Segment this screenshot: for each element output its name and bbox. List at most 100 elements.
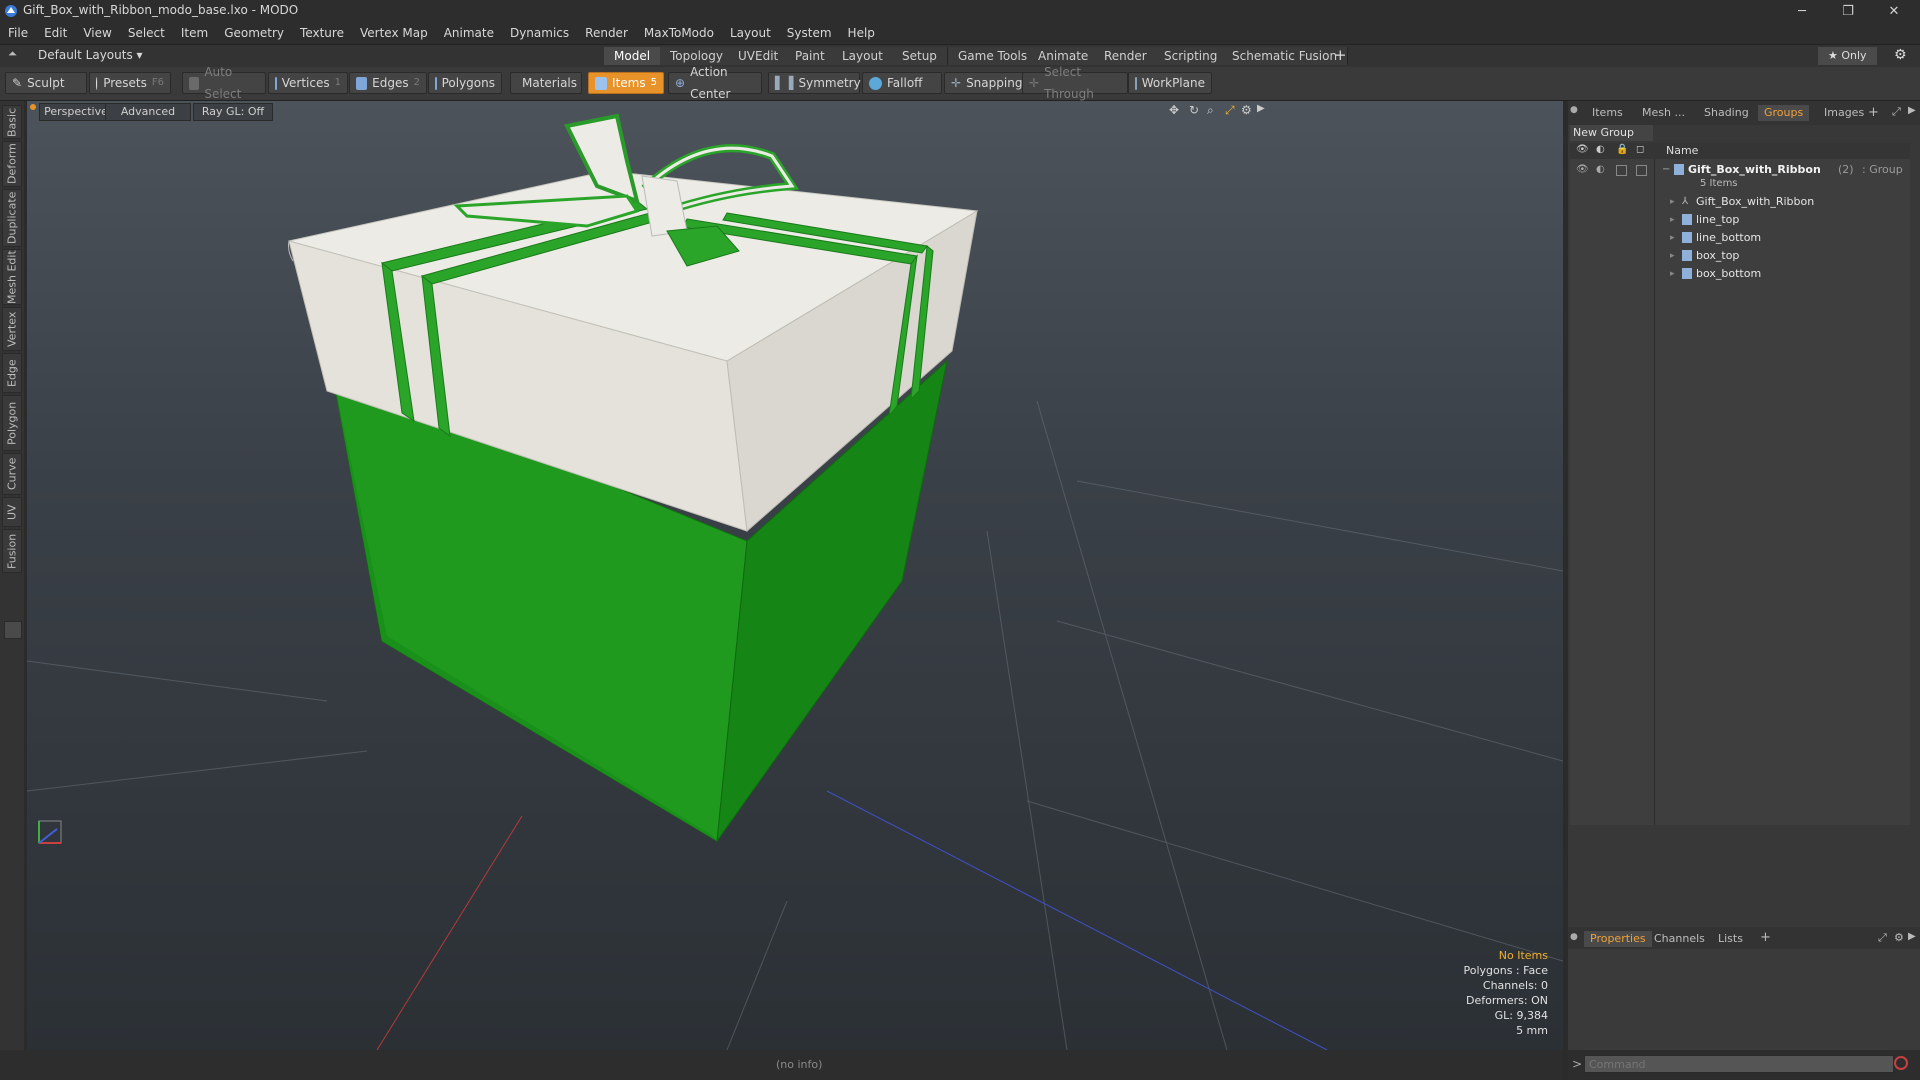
sculpt-button[interactable]: ✎ Sculpt [5, 72, 87, 94]
menu-render[interactable]: Render [577, 22, 636, 44]
add-layout-icon[interactable]: + [1334, 46, 1347, 64]
menu-texture[interactable]: Texture [292, 22, 352, 44]
presets-button[interactable]: Presets F6 [89, 72, 171, 94]
add-properties-tab-icon[interactable]: + [1760, 930, 1771, 945]
menu-file[interactable]: File [0, 22, 36, 44]
menu-item[interactable]: Item [173, 22, 216, 44]
menu-view[interactable]: View [75, 22, 119, 44]
panel-arrow-icon[interactable]: ▶ [1908, 105, 1916, 116]
new-group-button[interactable]: New Group [1570, 125, 1653, 141]
render-column-icon[interactable]: ◐ [1596, 144, 1605, 155]
zoom-icon[interactable]: ⌕ [1207, 103, 1214, 118]
menu-help[interactable]: Help [840, 22, 883, 44]
tab-schematic-fusion[interactable]: Schematic Fusion [1222, 47, 1349, 65]
expand-properties-icon[interactable]: ⤢ [1878, 931, 1887, 945]
scene-render[interactable] [27, 101, 1563, 1050]
vtab-edge[interactable]: Edge [2, 353, 22, 393]
tab-lists[interactable]: Lists [1712, 931, 1749, 947]
tab-items[interactable]: Items [1586, 105, 1629, 121]
viewport-menu-icon[interactable] [30, 104, 36, 110]
add-tab-icon[interactable]: + [1868, 105, 1879, 120]
select-through-button[interactable]: ✛ Select Through [1022, 65, 1128, 101]
expand-arrow-icon[interactable]: ▸ [1670, 193, 1675, 211]
properties-gear-icon[interactable]: ⚙ [1894, 931, 1904, 944]
list-item[interactable]: ▸ line_top [1570, 211, 1910, 229]
snapping-button[interactable]: ✛ Snapping [944, 72, 1026, 94]
menu-layout[interactable]: Layout [722, 22, 779, 44]
tab-groups[interactable]: Groups [1758, 105, 1810, 121]
menu-animate[interactable]: Animate [436, 22, 502, 44]
tab-channels[interactable]: Channels [1648, 931, 1711, 947]
maximize-button[interactable]: ❐ [1826, 0, 1870, 22]
gear-icon[interactable]: ⚙ [1894, 47, 1907, 63]
list-item[interactable]: ▸ box_bottom [1570, 265, 1910, 283]
command-input[interactable] [1584, 1055, 1894, 1073]
panel-menu-icon[interactable]: ● [1570, 105, 1578, 115]
vtab-duplicate[interactable]: Duplicate [2, 189, 22, 247]
symmetry-button[interactable]: ▌▐ Symmetry [768, 72, 861, 94]
list-item[interactable]: ▸ ⅄ Gift_Box_with_Ribbon [1570, 193, 1910, 211]
layout-selector[interactable]: Default Layouts ▾ [38, 48, 143, 62]
menu-maxtomodo[interactable]: MaxToModo [636, 22, 722, 44]
tab-model[interactable]: Model [604, 47, 662, 65]
list-item[interactable]: ▸ box_top [1570, 247, 1910, 265]
toggle-palette-button[interactable] [4, 621, 22, 639]
expand-arrow-icon[interactable]: ▸ [1670, 229, 1675, 247]
eye-column-icon[interactable]: 👁 [1576, 144, 1589, 155]
menu-vertex-map[interactable]: Vertex Map [352, 22, 436, 44]
vtab-vertex[interactable]: Vertex [2, 307, 22, 351]
tab-scripting[interactable]: Scripting [1154, 47, 1229, 65]
name-column-header[interactable]: Name [1666, 144, 1698, 157]
fit-icon[interactable]: ⤢ [1225, 103, 1235, 118]
tab-setup[interactable]: Setup [892, 47, 948, 65]
tab-layout[interactable]: Layout [832, 47, 894, 65]
minimize-button[interactable]: ─ [1780, 0, 1824, 22]
menu-geometry[interactable]: Geometry [216, 22, 292, 44]
expand-panel-icon[interactable]: ⤢ [1892, 105, 1901, 119]
tab-properties[interactable]: Properties [1584, 931, 1652, 947]
vertices-button[interactable]: Vertices 1 [268, 72, 348, 94]
only-button[interactable]: ★ Only [1818, 47, 1877, 65]
items-button[interactable]: Items 5 [588, 72, 664, 94]
vtab-deform[interactable]: Deform [2, 141, 22, 187]
menu-system[interactable]: System [779, 22, 840, 44]
lock-column-icon[interactable]: 🔒 [1616, 144, 1628, 155]
vtab-curve[interactable]: Curve [2, 453, 22, 495]
vtab-uv[interactable]: UV [2, 497, 22, 527]
tab-mesh[interactable]: Mesh ... [1636, 105, 1691, 121]
materials-button[interactable]: Materials [510, 72, 582, 94]
tab-paint[interactable]: Paint [785, 47, 836, 65]
properties-arrow-icon[interactable]: ▶ [1908, 931, 1916, 942]
select-column-icon[interactable]: ◻ [1636, 144, 1644, 155]
rotate-icon[interactable]: ↻ [1189, 103, 1199, 117]
menu-select[interactable]: Select [120, 22, 173, 44]
tab-game-tools[interactable]: Game Tools [948, 47, 1039, 65]
vtab-basic[interactable]: Basic [2, 105, 22, 139]
collapse-icon[interactable]: ⏶ [8, 47, 17, 61]
vtab-mesh-edit[interactable]: Mesh Edit [2, 249, 22, 305]
pan-icon[interactable]: ✥ [1169, 103, 1179, 117]
advanced-button[interactable]: Advanced [105, 103, 191, 121]
auto-select-button[interactable]: Auto Select [182, 65, 266, 101]
raygl-button[interactable]: Ray GL: Off [193, 103, 273, 121]
action-center-button[interactable]: ⊕ Action Center [668, 65, 762, 101]
properties-menu-icon[interactable]: ● [1570, 932, 1578, 942]
expand-arrow-icon[interactable]: ▸ [1670, 265, 1675, 283]
workplane-button[interactable]: WorkPlane [1128, 72, 1212, 94]
viewport-settings-icon[interactable]: ⚙ [1241, 103, 1252, 117]
menu-dynamics[interactable]: Dynamics [502, 22, 577, 44]
vtab-fusion[interactable]: Fusion [2, 529, 22, 573]
expand-arrow-icon[interactable]: ▸ [1670, 247, 1675, 265]
close-button[interactable]: ✕ [1872, 0, 1916, 22]
expand-icon[interactable]: ▶ [1257, 103, 1265, 114]
expand-arrow-icon[interactable]: ▸ [1670, 211, 1675, 229]
falloff-button[interactable]: Falloff [862, 72, 942, 94]
edges-button[interactable]: Edges 2 [349, 72, 427, 94]
tab-images[interactable]: Images [1818, 105, 1870, 121]
perspective-button[interactable]: Perspective [39, 103, 113, 121]
tab-shading[interactable]: Shading [1698, 105, 1755, 121]
polygons-button[interactable]: Polygons [428, 72, 502, 94]
3d-viewport[interactable]: Perspective Advanced Ray GL: Off ✥ ↻ ⌕ ⤢… [27, 101, 1563, 1050]
menu-edit[interactable]: Edit [36, 22, 75, 44]
list-item[interactable]: ▸ line_bottom [1570, 229, 1910, 247]
